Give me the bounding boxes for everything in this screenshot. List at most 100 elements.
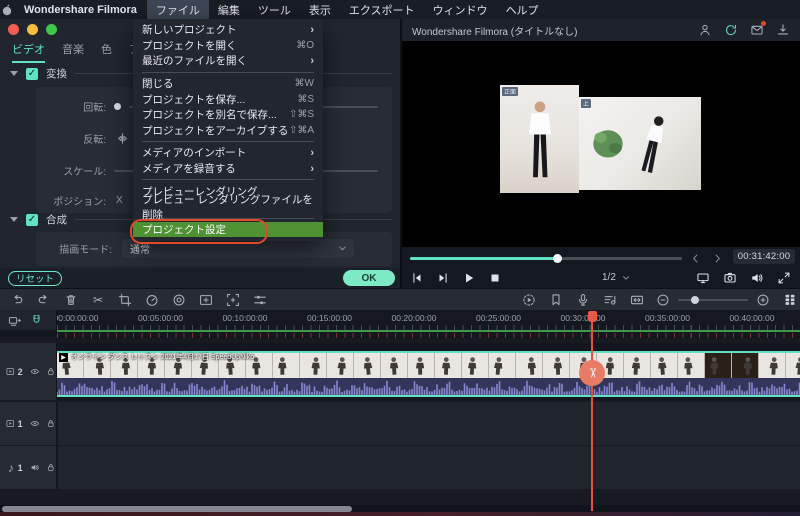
marker-next-icon[interactable] — [712, 253, 723, 264]
collapse-arrow-icon[interactable] — [10, 217, 18, 222]
crop-icon[interactable] — [118, 293, 132, 307]
blend-mode-select[interactable]: 通常 — [122, 239, 354, 258]
playhead-line[interactable] — [591, 311, 593, 511]
zoom-to-fit-icon[interactable] — [630, 293, 644, 307]
menubar-item-編集[interactable]: 編集 — [209, 0, 249, 19]
scrollbar-thumb[interactable] — [2, 505, 352, 512]
preview-video-area[interactable]: 正面 上 — [402, 41, 800, 247]
eye-icon[interactable] — [30, 417, 40, 430]
transform-checkbox[interactable]: ✓ — [26, 67, 38, 80]
menubar-item-ヘルプ[interactable]: ヘルプ — [497, 0, 548, 19]
menu-item-閉じる[interactable]: 閉じる ⌘W — [133, 76, 323, 92]
speaker-icon[interactable] — [750, 271, 764, 285]
window-title: Wondershare Filmora (タイトルなし) — [412, 26, 578, 38]
zoom-in-icon[interactable] — [756, 293, 770, 307]
expand-icon[interactable] — [777, 271, 791, 285]
color-correction-icon[interactable] — [172, 293, 186, 307]
tab-音楽[interactable]: 音楽 — [62, 41, 84, 63]
menu-item-プロジェクト設定[interactable]: プロジェクト設定 — [130, 218, 323, 244]
adjust-icon[interactable] — [253, 293, 267, 307]
video-clip[interactable]: ▶ オンライン ダンス レッスン 2021年4月17日 SpeedUpNiko — [57, 351, 800, 397]
zoom-slider-handle[interactable] — [691, 296, 699, 304]
audio-mixer-icon[interactable] — [603, 293, 617, 307]
video-track-icon[interactable] — [6, 365, 16, 378]
scrubber-handle[interactable] — [552, 254, 562, 263]
clip-thumbnail — [462, 353, 489, 378]
zoom-out-icon[interactable] — [656, 293, 670, 307]
reset-button[interactable]: リセット — [8, 270, 62, 286]
motion-tracking-icon[interactable] — [199, 293, 213, 307]
position-label: ポジション: — [53, 197, 106, 208]
clip-thumbnail — [408, 353, 435, 378]
menu-item-label: プロジェクトを別名で保存... — [142, 109, 277, 122]
ok-button[interactable]: OK — [343, 270, 395, 286]
menubar-app-name[interactable]: Wondershare Filmora — [14, 4, 147, 16]
track-video-1-lane[interactable] — [58, 402, 800, 445]
marker-prev-icon[interactable] — [690, 253, 701, 264]
next-frame-icon[interactable] — [436, 271, 450, 285]
tab-色[interactable]: 色 — [101, 41, 112, 63]
menu-item-メディアのインポート[interactable]: メディアのインポート › — [133, 145, 323, 161]
playback-quality-select[interactable]: 1/2 — [602, 272, 631, 283]
record-voiceover-icon[interactable] — [576, 293, 590, 307]
playhead-handle[interactable] — [587, 311, 597, 322]
magnet-snap-icon[interactable] — [30, 314, 43, 327]
monitor-icon[interactable] — [696, 271, 710, 285]
lock-icon[interactable] — [46, 461, 56, 474]
scrubber-track[interactable] — [410, 254, 682, 263]
speed-icon[interactable] — [145, 293, 159, 307]
rotate-slider-handle[interactable] — [114, 103, 121, 110]
mark-flag-icon[interactable] — [549, 293, 563, 307]
track-manager-icon[interactable] — [783, 293, 797, 308]
track-audio-1-lane[interactable] — [58, 446, 800, 489]
speaker-icon[interactable] — [30, 461, 40, 474]
close-window-button[interactable] — [8, 24, 19, 35]
lock-icon[interactable] — [46, 417, 56, 430]
download-icon[interactable] — [776, 23, 790, 37]
menu-item-label: 最近のファイルを開く — [142, 55, 247, 68]
video-track-icon[interactable] — [6, 417, 16, 430]
menu-item-プロジェクトを保存[interactable]: プロジェクトを保存... ⌘S — [133, 91, 323, 107]
eye-icon[interactable] — [30, 365, 40, 378]
trash-icon[interactable] — [64, 293, 78, 307]
menu-item-新しいプロジェクト[interactable]: 新しいプロジェクト › — [133, 22, 323, 38]
zoom-slider[interactable] — [678, 296, 748, 304]
play-icon[interactable] — [462, 271, 476, 285]
menubar-item-ウィンドウ[interactable]: ウィンドウ — [424, 0, 497, 19]
menubar-item-エクスポート[interactable]: エクスポート — [340, 0, 424, 19]
split-scissors-badge[interactable]: ✂ — [579, 360, 605, 386]
minimize-window-button[interactable] — [27, 24, 38, 35]
composite-checkbox[interactable]: ✓ — [26, 213, 38, 226]
menubar-item-表示[interactable]: 表示 — [300, 0, 340, 19]
menu-item-プロジェクトを別名で保存[interactable]: プロジェクトを別名で保存... ⇧⌘S — [133, 107, 323, 123]
menubar-item-ツール[interactable]: ツール — [249, 0, 300, 19]
menu-item-label: 閉じる — [142, 78, 174, 91]
stop-icon[interactable] — [488, 271, 502, 285]
messages-icon[interactable] — [750, 21, 766, 37]
zoom-window-button[interactable] — [46, 24, 57, 35]
lock-icon[interactable] — [46, 365, 56, 378]
snapshot-icon[interactable] — [723, 271, 737, 285]
preview-scrubber-row: 00:31:42:00 — [402, 249, 800, 267]
apple-menu-icon[interactable] — [0, 3, 14, 17]
render-preview-icon[interactable] — [522, 293, 536, 307]
menu-item-メディアを録音する[interactable]: メディアを録音する › — [133, 161, 323, 177]
prev-frame-icon[interactable] — [410, 271, 424, 285]
menu-item-プロジェクトを開く[interactable]: プロジェクトを開く ⌘O — [133, 38, 323, 54]
redo-icon[interactable] — [37, 293, 51, 307]
split-scissors-icon[interactable]: ✂ — [91, 293, 105, 307]
flip-horizontal-icon[interactable] — [116, 132, 129, 145]
menu-item-プレビューレンダリングファイルを削除[interactable]: プレビュー レンダリングファイルを削除 — [133, 194, 323, 221]
sync-icon[interactable] — [724, 23, 738, 37]
account-icon[interactable] — [698, 23, 712, 37]
tab-ビデオ[interactable]: ビデオ — [12, 41, 45, 63]
menubar-item-ファイル[interactable]: ファイル — [146, 0, 209, 19]
menu-item-最近のファイルを開く[interactable]: 最近のファイルを開く › — [133, 53, 323, 69]
music-note-icon[interactable]: ♪ — [6, 461, 16, 474]
timeline-ruler[interactable]: 00:00:00:00 00:05:00:00 00:10:00:00 00:15:0… — [0, 310, 800, 330]
green-screen-icon[interactable] — [226, 293, 240, 307]
menu-item-プロジェクトをアーカイブする[interactable]: プロジェクトをアーカイブする ⇧⌘A — [133, 123, 323, 139]
add-track-icon[interactable] — [8, 314, 21, 327]
collapse-arrow-icon[interactable] — [10, 71, 18, 76]
undo-icon[interactable] — [10, 293, 24, 307]
